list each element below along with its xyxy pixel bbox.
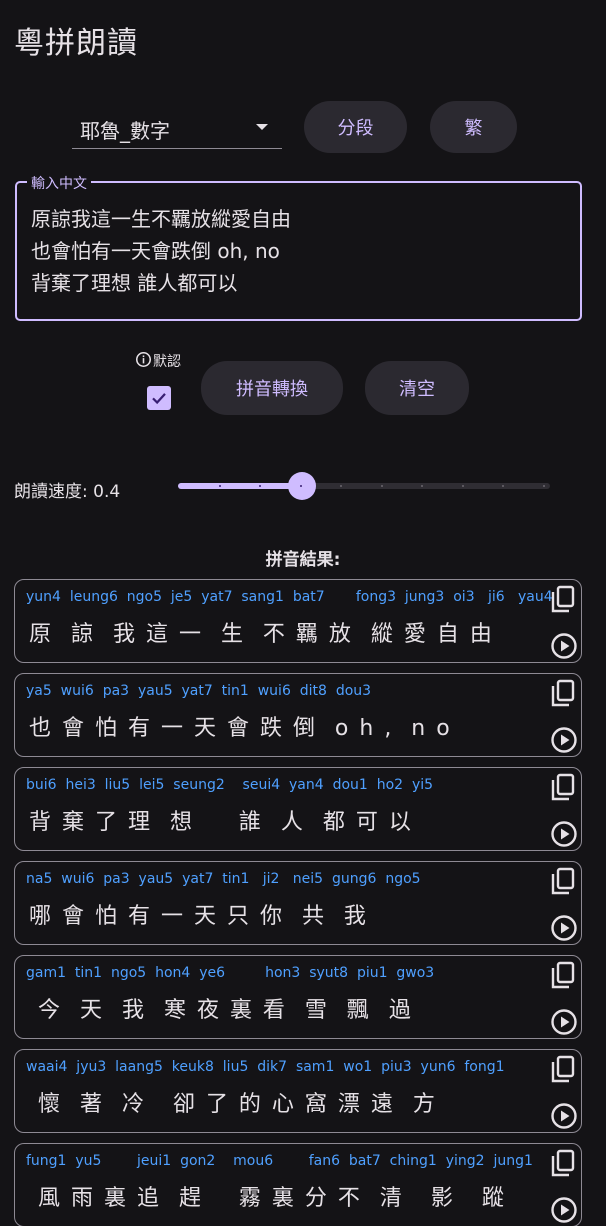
default-option: 默認	[135, 350, 195, 414]
play-circle-icon[interactable]	[550, 1008, 578, 1036]
results-header: 拼音結果:	[265, 550, 341, 570]
pinyin-text: fung1 yu5 jeui1 gon2 mou6 fan6 bat7 chin…	[26, 1153, 533, 1169]
slider-tick	[218, 485, 221, 487]
default-checkbox[interactable]	[147, 386, 171, 410]
app-title: 粵拼朗讀	[14, 26, 138, 61]
slider-tick	[461, 485, 464, 487]
hanzi-text: 哪 會 怕 有 一 天 只 你 共 我	[29, 904, 368, 929]
slider-tick	[421, 485, 423, 487]
slider-tick	[299, 485, 302, 487]
copy-icon[interactable]	[549, 1148, 577, 1178]
slider-tick	[380, 485, 383, 487]
play-circle-icon[interactable]	[550, 820, 578, 848]
result-card: waai4 jyu3 laang5 keuk8 liu5 dik7 sam1 w…	[14, 1049, 582, 1133]
speed-label: 朗讀速度: 0.4	[14, 482, 121, 502]
chinese-input-label: 輸入中文	[27, 173, 91, 193]
result-card: yun4 leung6 ngo5 je5 yat7 sang1 bat7 fon…	[14, 579, 582, 663]
copy-icon[interactable]	[549, 772, 577, 802]
hanzi-text: 今 天 我 寒 夜 裏 看 雪 飄 過	[29, 998, 413, 1023]
voice-dropdown-value: 耶魯_數字	[80, 119, 170, 143]
hanzi-text: 風 雨 裏 追 趕 霧 裏 分 不 清 影 蹤	[29, 1186, 506, 1211]
clear-button[interactable]: 清空	[365, 361, 469, 415]
play-circle-icon[interactable]	[550, 632, 578, 660]
hanzi-text: 背 棄 了 理 想 誰 人 都 可 以	[29, 810, 413, 835]
result-card: fung1 yu5 jeui1 gon2 mou6 fan6 bat7 chin…	[14, 1143, 582, 1226]
speed-slider[interactable]	[178, 470, 550, 502]
copy-icon[interactable]	[549, 584, 577, 614]
pinyin-text: gam1 tin1 ngo5 hon4 ye6 hon3 syut8 piu1 …	[26, 965, 435, 981]
check-icon	[152, 393, 166, 405]
copy-icon[interactable]	[549, 960, 577, 990]
arrow-drop-down-icon	[256, 124, 268, 130]
hanzi-text: 懷 著 冷 卻 了 的 心 窩 漂 遠 方	[29, 1092, 437, 1117]
slider-tick	[502, 485, 504, 487]
result-card: na5 wui6 pa3 yau5 yat7 tin1 ji2 nei5 gun…	[14, 861, 582, 945]
play-circle-icon[interactable]	[550, 914, 578, 942]
copy-icon[interactable]	[549, 1054, 577, 1084]
result-card: gam1 tin1 ngo5 hon4 ye6 hon3 syut8 piu1 …	[14, 955, 582, 1039]
info-icon[interactable]	[135, 351, 152, 368]
slider-tick	[259, 485, 261, 487]
play-circle-icon[interactable]	[550, 1196, 578, 1224]
slider-tick	[542, 485, 545, 487]
convert-pinyin-button[interactable]: 拼音轉換	[201, 361, 343, 415]
copy-icon[interactable]	[549, 678, 577, 708]
play-circle-icon[interactable]	[550, 1102, 578, 1130]
pinyin-text: ya5 wui6 pa3 yau5 yat7 tin1 wui6 dit8 do…	[26, 683, 372, 699]
chinese-input-value[interactable]: 原諒我這一生不羈放縱愛自由 也會怕有一天會跌倒 oh, no 背棄了理想 誰人都…	[31, 203, 291, 299]
pinyin-text: waai4 jyu3 laang5 keuk8 liu5 dik7 sam1 w…	[26, 1059, 505, 1075]
split-button[interactable]: 分段	[304, 101, 407, 153]
play-circle-icon[interactable]	[550, 726, 578, 754]
chinese-input-field[interactable]: 輸入中文 原諒我這一生不羈放縱愛自由 也會怕有一天會跌倒 oh, no 背棄了理…	[15, 173, 582, 321]
traditional-button[interactable]: 繁	[430, 101, 517, 153]
copy-icon[interactable]	[549, 866, 577, 896]
pinyin-text: na5 wui6 pa3 yau5 yat7 tin1 ji2 nei5 gun…	[26, 871, 421, 887]
slider-track-active	[178, 483, 303, 489]
voice-dropdown[interactable]: 耶魯_數字	[72, 105, 282, 149]
pinyin-text: bui6 hei3 liu5 lei5 seung2 seui4 yan4 do…	[26, 777, 434, 793]
hanzi-text: 原 諒 我 這 一 生 不 羈 放 縱 愛 自 由	[29, 622, 494, 647]
default-label: 默認	[153, 354, 181, 370]
result-card: ya5 wui6 pa3 yau5 yat7 tin1 wui6 dit8 do…	[14, 673, 582, 757]
slider-tick	[340, 485, 342, 487]
result-card: bui6 hei3 liu5 lei5 seung2 seui4 yan4 do…	[14, 767, 582, 851]
hanzi-text: 也 會 怕 有 一 天 會 跌 倒 o h , n o	[29, 716, 452, 741]
slider-thumb[interactable]	[288, 472, 316, 500]
pinyin-text: yun4 leung6 ngo5 je5 yat7 sang1 bat7 fon…	[26, 589, 553, 605]
